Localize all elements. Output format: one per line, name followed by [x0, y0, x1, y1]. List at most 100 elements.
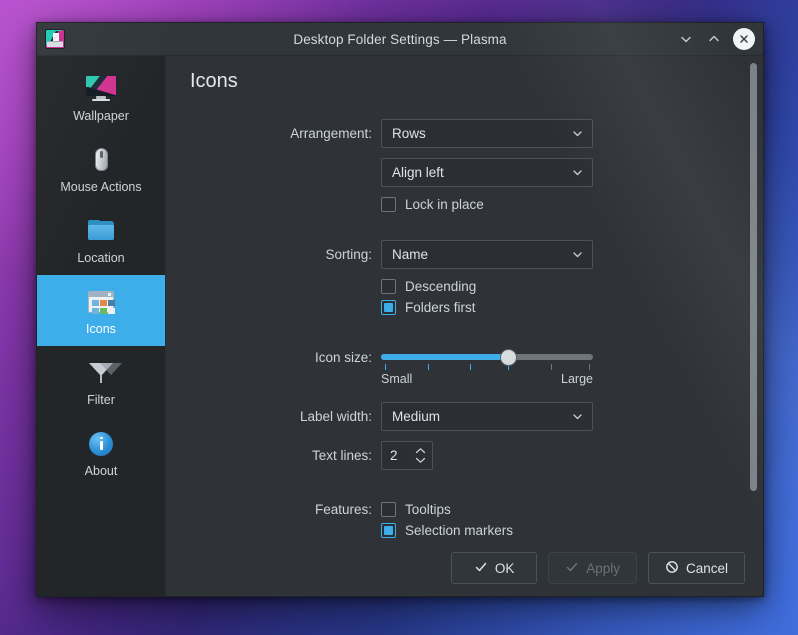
- sorting-select[interactable]: Name: [381, 240, 593, 269]
- folders-first-label: Folders first: [405, 300, 476, 315]
- settings-window: Desktop Folder Settings — Plasma: [36, 22, 764, 597]
- folder-icon: [85, 215, 117, 247]
- checkbox-box: [381, 523, 396, 538]
- cancel-button-label: Cancel: [686, 561, 728, 576]
- alignment-row: . Align left: [190, 158, 741, 187]
- monitor-wallpaper-icon: [85, 73, 117, 105]
- tooltips-checkbox[interactable]: Tooltips: [381, 502, 451, 517]
- window-controls: [673, 26, 757, 52]
- selection-markers-label: Selection markers: [405, 523, 513, 538]
- icon-size-row: Icon size:: [190, 343, 741, 372]
- chevron-down-icon: [571, 127, 584, 140]
- checkbox-box: [381, 502, 396, 517]
- chevron-down-icon: [571, 166, 584, 179]
- info-circle-icon: [85, 428, 117, 460]
- scrollbar-thumb[interactable]: [750, 63, 757, 491]
- features-row-tooltips: Features: Tooltips: [190, 502, 741, 517]
- check-icon: [474, 560, 488, 577]
- sidebar-item-wallpaper[interactable]: Wallpaper: [37, 62, 165, 133]
- settings-content: Icons Arrangement: Rows .: [166, 56, 763, 596]
- icon-size-label: Icon size:: [190, 350, 381, 365]
- lock-label-spacer: .: [190, 197, 381, 212]
- sorting-row: Sorting: Name: [190, 240, 741, 269]
- lock-in-place-checkbox[interactable]: Lock in place: [381, 197, 484, 212]
- content-scrollbar[interactable]: [750, 63, 757, 496]
- arrangement-align-select[interactable]: Align left: [381, 158, 593, 187]
- sidebar-item-mouse-actions[interactable]: Mouse Actions: [37, 133, 165, 204]
- mouse-icon: [85, 144, 117, 176]
- features-row-selection-markers: . Selection markers: [190, 523, 741, 538]
- arrangement-align-value: Align left: [392, 165, 571, 180]
- slider-ticks: [381, 364, 593, 370]
- window-titlebar: Desktop Folder Settings — Plasma: [37, 23, 763, 56]
- folders-first-label-spacer: .: [190, 300, 381, 315]
- plasma-desktop-icon: [45, 29, 65, 49]
- icon-size-slider[interactable]: [381, 343, 593, 372]
- circle-slash-icon: [665, 560, 679, 577]
- features-label-spacer: .: [190, 523, 381, 538]
- icon-size-min-label: Small: [381, 372, 412, 386]
- chevron-up-icon: [414, 447, 427, 455]
- sidebar-item-location[interactable]: Location: [37, 204, 165, 275]
- label-width-value: Medium: [392, 409, 571, 424]
- sorting-label: Sorting:: [190, 247, 381, 262]
- tooltips-label: Tooltips: [405, 502, 451, 517]
- ok-button[interactable]: OK: [451, 552, 537, 584]
- slider-track: [381, 354, 593, 360]
- dialog-button-bar: OK Apply: [166, 540, 763, 596]
- text-lines-row: Text lines: 2: [190, 441, 741, 470]
- features-label: Features:: [190, 502, 381, 517]
- arrangement-order-select[interactable]: Rows: [381, 119, 593, 148]
- cancel-button[interactable]: Cancel: [648, 552, 745, 584]
- descending-label: Descending: [405, 279, 476, 294]
- text-lines-value: 2: [390, 448, 414, 463]
- sorting-value: Name: [392, 247, 571, 262]
- close-icon[interactable]: [733, 28, 755, 50]
- sidebar-item-label: About: [85, 465, 118, 478]
- icon-size-caption-row: . Small Large: [190, 374, 741, 396]
- checkbox-box: [381, 279, 396, 294]
- chevron-up-icon[interactable]: [701, 26, 727, 52]
- sidebar-item-label: Location: [77, 252, 124, 265]
- sidebar-item-icons[interactable]: Icons: [37, 275, 165, 346]
- apply-button[interactable]: Apply: [548, 552, 637, 584]
- chevron-down-icon[interactable]: [673, 26, 699, 52]
- sidebar-item-label: Wallpaper: [73, 110, 129, 123]
- text-lines-stepper[interactable]: 2: [381, 441, 433, 470]
- checkbox-box: [381, 300, 396, 315]
- lock-in-place-row: . Lock in place: [190, 197, 741, 212]
- descending-checkbox[interactable]: Descending: [381, 279, 476, 294]
- settings-sidebar: Wallpaper Mouse Actions Location: [37, 56, 166, 596]
- chevron-down-icon: [571, 410, 584, 423]
- apply-button-label: Apply: [586, 561, 620, 576]
- arrangement-label: Arrangement:: [190, 126, 381, 141]
- descending-row: . Descending: [190, 279, 741, 294]
- folders-first-checkbox[interactable]: Folders first: [381, 300, 476, 315]
- slider-fill: [381, 354, 508, 360]
- sidebar-item-label: Filter: [87, 394, 115, 407]
- window-body: Wallpaper Mouse Actions Location: [37, 56, 763, 596]
- sidebar-item-label: Mouse Actions: [60, 181, 141, 194]
- icon-size-caption: Small Large: [381, 372, 593, 386]
- arrangement-row: Arrangement: Rows: [190, 119, 741, 148]
- sidebar-item-label: Icons: [86, 323, 116, 336]
- slider-handle[interactable]: [500, 349, 517, 366]
- chevron-down-icon: [571, 248, 584, 261]
- funnel-filter-icon: [85, 357, 117, 389]
- icon-size-caption-spacer: .: [190, 378, 381, 393]
- folders-first-row: . Folders first: [190, 300, 741, 315]
- icons-grid-icon: [85, 286, 117, 318]
- label-width-label: Label width:: [190, 409, 381, 424]
- descending-label-spacer: .: [190, 279, 381, 294]
- checkbox-box: [381, 197, 396, 212]
- sidebar-item-filter[interactable]: Filter: [37, 346, 165, 417]
- text-lines-label: Text lines:: [190, 448, 381, 463]
- chevron-down-icon: [414, 456, 427, 464]
- arrangement-order-value: Rows: [392, 126, 571, 141]
- sidebar-item-about[interactable]: About: [37, 417, 165, 488]
- label-width-select[interactable]: Medium: [381, 402, 593, 431]
- stepper-arrows[interactable]: [414, 447, 427, 464]
- alignment-label-spacer: .: [190, 165, 381, 180]
- selection-markers-checkbox[interactable]: Selection markers: [381, 523, 513, 538]
- icon-size-max-label: Large: [561, 372, 593, 386]
